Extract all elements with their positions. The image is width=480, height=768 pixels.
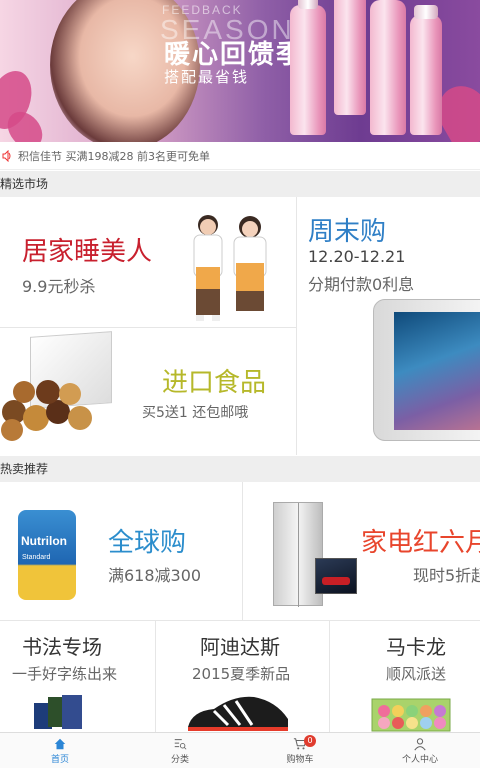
card-subtitle: 2015夏季新品 <box>192 665 291 683</box>
tab-label: 购物车 <box>286 754 314 765</box>
speaker-icon <box>0 142 14 170</box>
card-macaron[interactable]: 马卡龙 顺风派送 <box>330 621 480 732</box>
cosmetic-bottle <box>410 15 442 135</box>
card-subtitle: 满618减300 <box>108 566 202 585</box>
card-subtitle: 9.9元秒杀 <box>22 277 96 296</box>
sneaker-image <box>188 696 288 731</box>
card-subtitle: 现时5折起 <box>413 566 480 585</box>
bottle-cap <box>298 0 318 9</box>
calligraphy-books-image <box>34 695 82 729</box>
announcement-bar[interactable]: 积信佳节 买满198减28 前3名更可免单 <box>0 142 480 170</box>
card-home-appliances[interactable]: 家电红六月 现时5折起 <box>243 482 480 620</box>
banner-subtitle: 搭配最省钱 <box>164 68 250 86</box>
section-header-featured: 精选市场 <box>0 171 480 197</box>
person-icon <box>414 737 426 750</box>
card-subtitle: 买5送1 还包邮哦 <box>142 405 249 421</box>
card-weekend-shopping[interactable]: 周末购 12.20-12.21 分期付款0利息 <box>297 197 480 455</box>
nutrilon-can-image: Nutrilon Standard <box>18 510 76 600</box>
card-title: 家电红六月 <box>361 528 480 558</box>
card-title: 进口食品 <box>162 368 267 398</box>
cart-count-badge: 0 <box>304 735 316 747</box>
tab-label: 个人中心 <box>401 754 438 765</box>
promo-banner[interactable]: FEEDBACK SEASON 暖心回馈季 搭配最省钱 <box>0 0 480 142</box>
card-calligraphy[interactable]: 书法专场 一手好字练出来 <box>0 621 155 732</box>
tv-image <box>315 558 357 594</box>
card-date: 12.20-12.21 <box>308 247 406 266</box>
card-imported-food[interactable]: 进口食品 买5送1 还包邮哦 <box>0 328 296 455</box>
card-title: 周末购 <box>308 217 387 247</box>
ipad-image <box>373 299 480 441</box>
tab-home[interactable]: 首页 <box>0 733 120 768</box>
tab-category[interactable]: 分类 <box>120 733 240 768</box>
card-subtitle: 顺风派送 <box>386 665 447 683</box>
card-global-shopping[interactable]: Nutrilon Standard 全球购 满618减300 <box>0 482 242 620</box>
chocolate-truffles-image <box>1 380 92 441</box>
card-subtitle: 分期付款0利息 <box>308 275 415 294</box>
card-subtitle: 一手好字练出来 <box>12 665 118 683</box>
home-icon <box>54 738 66 749</box>
tab-label: 分类 <box>170 754 189 765</box>
card-title: 居家睡美人 <box>22 237 153 267</box>
tab-profile[interactable]: 个人中心 <box>360 733 480 768</box>
cosmetic-bottle <box>370 0 406 135</box>
bottom-tab-bar: 首页 分类 购物车 0 个人中心 <box>0 732 480 768</box>
card-title: 书法专场 <box>22 635 102 659</box>
tab-cart[interactable]: 购物车 0 <box>240 733 360 768</box>
cosmetic-bottle <box>334 0 366 115</box>
cosmetic-bottle <box>290 5 326 135</box>
bottle-cap <box>414 5 438 19</box>
card-title: 全球购 <box>108 528 187 558</box>
tab-label: 首页 <box>50 754 69 765</box>
section-header-hot: 热卖推荐 <box>0 456 480 482</box>
announcement-text: 积信佳节 买满198减28 前3名更可免单 <box>18 149 210 163</box>
list-search-icon <box>174 738 187 750</box>
card-adidas[interactable]: 阿迪达斯 2015夏季新品 <box>156 621 329 732</box>
card-title: 阿迪达斯 <box>200 635 280 659</box>
macaron-box-image <box>371 698 451 732</box>
card-home-sleep[interactable]: 居家睡美人 9.9元秒杀 <box>0 197 296 327</box>
card-title: 马卡龙 <box>386 635 446 659</box>
couple-pajamas-image <box>193 215 267 321</box>
